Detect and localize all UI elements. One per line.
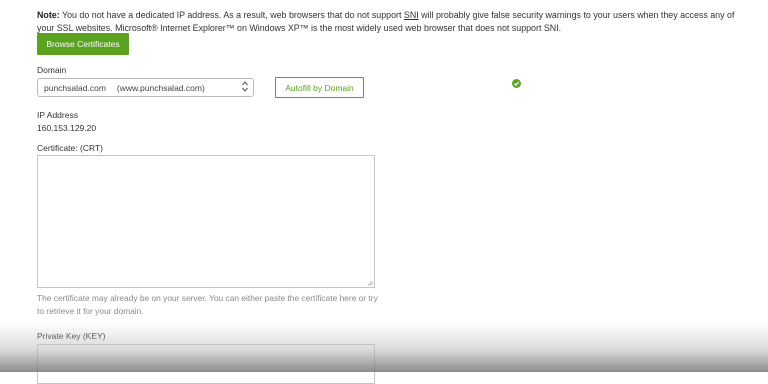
ip-address-label: IP Address [37,110,78,120]
select-arrows-icon [242,81,248,92]
note-text-1: You do not have a dedicated IP address. … [59,10,404,20]
domain-select[interactable]: punchsalad.com (www.punchsalad.com) [37,78,254,97]
private-key-textarea[interactable] [37,344,375,384]
domain-label: Domain [37,65,67,75]
check-circle-icon [512,79,521,88]
resize-grip-icon[interactable] [367,280,373,286]
autofill-by-domain-button[interactable]: Autofill by Domain [275,77,364,98]
note-prefix: Note: [37,10,60,20]
sni-warning-note: Note: You do not have a dedicated IP add… [37,9,749,34]
private-key-label: Private Key (KEY) [37,331,106,341]
domain-select-alias: (www.punchsalad.com) [116,82,205,93]
sni-link[interactable]: SNI [404,10,419,20]
certificate-help-text: The certificate may already be on your s… [37,293,378,316]
certificate-label: Certificate: (CRT) [37,143,103,153]
browse-certificates-button[interactable]: Browse Certificates [37,33,129,55]
domain-select-value: punchsalad.com [44,82,106,93]
certificate-textarea[interactable] [37,155,375,288]
ip-address-value: 160.153.129.20 [37,123,97,133]
